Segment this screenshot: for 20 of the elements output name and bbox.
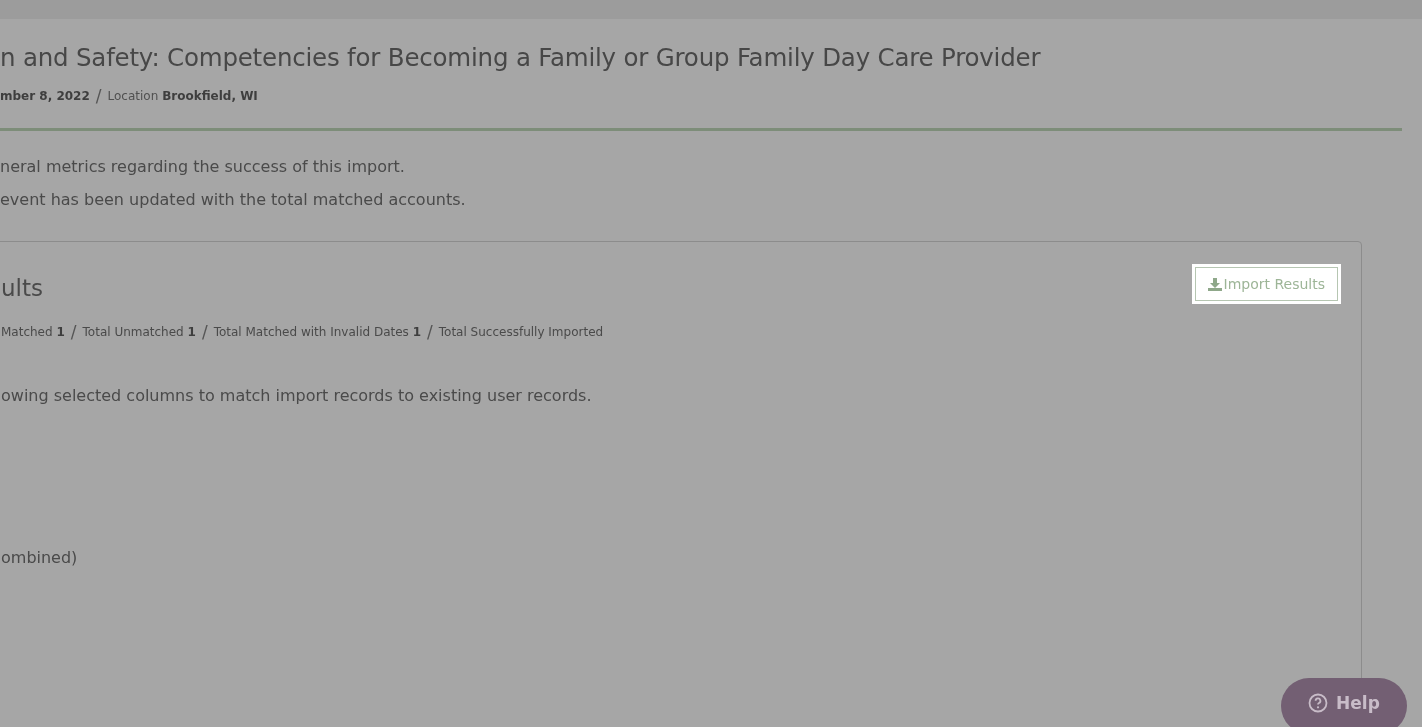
help-button[interactable]: Help [1281, 678, 1407, 727]
separator: / [201, 322, 208, 342]
panel-heading: ults [1, 275, 43, 301]
stat-item: Matched 1 [1, 325, 65, 339]
import-results-button[interactable]: Import Results [1191, 264, 1341, 304]
stat-item: Total Unmatched 1 [82, 325, 196, 339]
separator: / [70, 322, 77, 342]
event-title: n and Safety: Competencies for Becoming a Family or Group Family Day Care Provider [0, 43, 1042, 72]
stat-item: Total Matched with Invalid Dates 1 [213, 325, 422, 339]
stat-item: Total Successfully Imported [438, 325, 604, 339]
intro-text: event has been updated with the total matched accounts. [0, 190, 467, 209]
meta-item: mber 8, 2022 [0, 89, 90, 103]
help-icon [1308, 692, 1329, 713]
separator: / [95, 86, 102, 106]
separator: / [427, 322, 433, 342]
column-note: ombined) [1, 548, 79, 567]
match-note: owing selected columns to match import records to existing user records. [1, 386, 593, 405]
meta-item: Location Brookfield, WI [107, 89, 258, 103]
download-icon [1207, 277, 1222, 291]
intro-text: neral metrics regarding the success of this import. [0, 157, 406, 176]
